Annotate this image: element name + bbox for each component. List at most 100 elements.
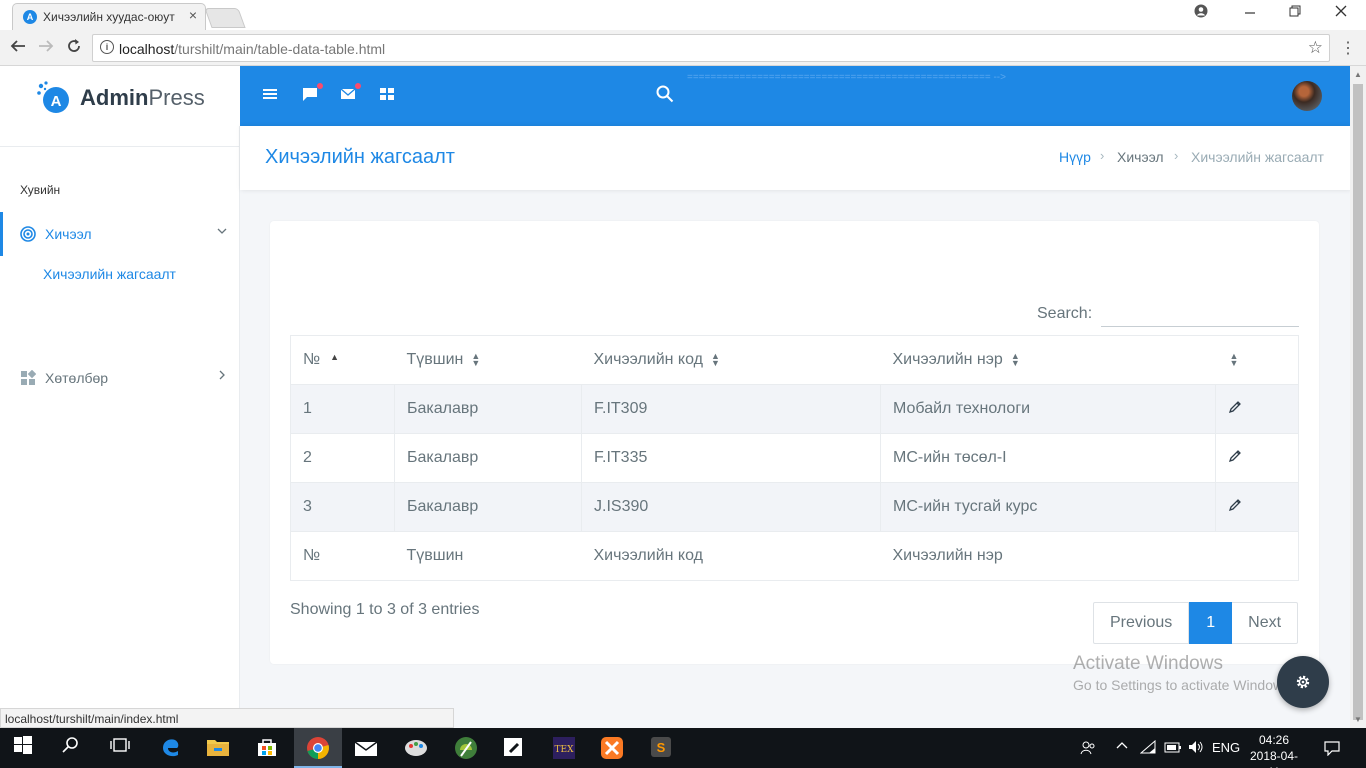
hamburger-menu-icon[interactable] xyxy=(262,86,280,104)
breadcrumb-home[interactable]: Нүүр xyxy=(1059,149,1091,165)
battery-icon[interactable] xyxy=(1164,740,1182,757)
file-explorer-icon[interactable] xyxy=(206,736,230,760)
edit-pencil-icon[interactable] xyxy=(1228,498,1242,516)
page-titles-bar: Хичээлийн жагсаалт Нүүр › Хичээл › Хичээ… xyxy=(240,126,1350,190)
tex-editor-icon[interactable]: TEX xyxy=(552,736,576,760)
sidebar-subitem-lesson-list[interactable]: Хичээлийн жагсаалт xyxy=(43,266,176,282)
browser-status-url: localhost/turshilt/main/index.html xyxy=(0,708,454,728)
bookmark-star-icon[interactable]: ☆ xyxy=(1308,38,1323,58)
edit-pencil-icon[interactable] xyxy=(1228,449,1242,467)
footer-empty xyxy=(1215,531,1299,581)
tray-expand-icon[interactable] xyxy=(1116,740,1128,755)
column-header-name[interactable]: Хичээлийн нэр ▲ ▼ xyxy=(880,335,1216,385)
clock[interactable]: 04:26 2018-04-11 xyxy=(1246,732,1302,768)
edit-cell xyxy=(1215,433,1299,483)
notifications-icon[interactable] xyxy=(1324,740,1340,759)
paint-app-icon[interactable] xyxy=(404,736,428,760)
scroll-thumb[interactable] xyxy=(1353,84,1363,720)
language-indicator[interactable]: ENG xyxy=(1212,740,1240,755)
clock-time: 04:26 xyxy=(1258,733,1290,747)
messages-icon[interactable] xyxy=(302,83,323,104)
page-title: Хичээлийн жагсаалт xyxy=(265,146,455,168)
sort-icon: ▲ ▼ xyxy=(1229,350,1239,368)
sticky-app-icon[interactable] xyxy=(502,736,526,760)
scroll-up-icon[interactable]: ▲ xyxy=(1354,70,1362,79)
tab-close-icon[interactable]: × xyxy=(189,7,197,23)
android-studio-icon[interactable] xyxy=(454,736,478,760)
activate-windows-subtitle: Go to Settings to activate Windows. xyxy=(1073,677,1294,693)
sidebar-item-programs[interactable]: Хөтөлбөр xyxy=(0,356,240,400)
task-view-icon[interactable] xyxy=(110,736,134,760)
edge-browser-icon[interactable] xyxy=(160,736,184,760)
topbar-comment-text: ========================================… xyxy=(687,72,1006,83)
reload-icon[interactable] xyxy=(66,38,82,59)
footer-no: № xyxy=(290,531,395,581)
breadcrumb-lessons[interactable]: Хичээл xyxy=(1117,149,1164,165)
browser-menu-icon[interactable]: ⋮ xyxy=(1340,38,1356,58)
settings-fab-button[interactable] xyxy=(1277,656,1329,708)
sidebar-item-label: Хөтөлбөр xyxy=(45,370,109,386)
column-header-level[interactable]: Түвшин ▲ ▼ xyxy=(394,335,582,385)
widgets-icon xyxy=(21,370,36,385)
apps-grid-icon[interactable] xyxy=(379,86,397,104)
scroll-down-icon[interactable]: ▼ xyxy=(1354,715,1362,724)
column-header-code[interactable]: Хичээлийн код ▲ ▼ xyxy=(581,335,881,385)
address-bar[interactable]: i localhost/turshilt/main/table-data-tab… xyxy=(92,34,1330,62)
previous-page-button[interactable]: Previous xyxy=(1093,602,1190,644)
cell-level: Бакалавр xyxy=(394,384,582,434)
restore-icon[interactable] xyxy=(1280,4,1310,20)
table-card: Search: № ▲ Түвшин ▲ ▼ Хичээлийн код ▲ ▼ Хичэ… xyxy=(270,221,1319,664)
sort-icon: ▲ ▼ xyxy=(471,350,481,368)
site-favicon-icon: A xyxy=(23,10,37,24)
xampp-icon[interactable] xyxy=(600,736,624,760)
new-tab-button[interactable] xyxy=(204,8,246,28)
minimize-icon[interactable] xyxy=(1235,4,1265,20)
footer-level: Түвшин xyxy=(394,531,582,581)
mail-app-icon[interactable] xyxy=(354,736,378,760)
sidebar-item-lessons[interactable]: Хичээл xyxy=(0,212,240,256)
profile-icon[interactable] xyxy=(1186,4,1216,21)
footer-name: Хичээлийн нэр xyxy=(880,531,1216,581)
browser-toolbar: i localhost/turshilt/main/table-data-tab… xyxy=(0,30,1366,66)
volume-icon[interactable] xyxy=(1188,740,1204,757)
table-header-row: № ▲ Түвшин ▲ ▼ Хичээлийн код ▲ ▼ Хичээлийн нэ… xyxy=(290,335,1299,385)
activate-windows-title: Activate Windows xyxy=(1073,653,1223,674)
sort-icon: ▲ ▼ xyxy=(1010,350,1020,368)
browser-tab-active[interactable]: A Хичээлийн хуудас-оюут × xyxy=(12,3,206,30)
sidebar-item-label: Хичээл xyxy=(45,226,92,242)
breadcrumb-separator: › xyxy=(1174,148,1179,163)
search-icon[interactable] xyxy=(656,85,674,103)
next-page-button[interactable]: Next xyxy=(1232,602,1299,644)
windows-start-icon[interactable] xyxy=(14,736,38,760)
sidebar-caption: Хувийн xyxy=(20,183,61,197)
back-arrow-icon[interactable] xyxy=(10,38,26,59)
column-header-actions[interactable]: ▲ ▼ xyxy=(1215,335,1299,385)
site-info-icon[interactable]: i xyxy=(100,40,114,54)
table-info: Showing 1 to 3 of 3 entries xyxy=(290,601,480,618)
mail-icon[interactable] xyxy=(340,83,361,104)
wifi-icon[interactable] xyxy=(1139,739,1156,757)
cell-level: Бакалавр xyxy=(394,433,582,483)
footer-code: Хичээлийн код xyxy=(581,531,881,581)
sort-asc-icon: ▲ xyxy=(330,352,340,362)
cell-no: 2 xyxy=(290,433,395,483)
sidebar: Хувийн Хичээл Хичээлийн жагсаалт Хөтөлбө… xyxy=(0,126,454,728)
chrome-icon[interactable] xyxy=(306,736,330,760)
sublime-text-icon[interactable]: S xyxy=(650,736,674,760)
avatar[interactable] xyxy=(1292,81,1322,111)
logo[interactable]: A AdminPress xyxy=(0,66,240,126)
logo-text: AdminPress xyxy=(80,85,205,110)
store-icon[interactable] xyxy=(256,736,280,760)
svg-text:S: S xyxy=(657,740,666,755)
page-1-button[interactable]: 1 xyxy=(1189,602,1233,644)
search-taskbar-icon[interactable] xyxy=(62,736,86,760)
edit-pencil-icon[interactable] xyxy=(1228,400,1242,418)
column-header-no[interactable]: № ▲ xyxy=(290,335,395,385)
forward-arrow-icon[interactable] xyxy=(38,38,54,59)
cell-level: Бакалавр xyxy=(394,482,582,532)
search-input[interactable] xyxy=(1101,301,1299,327)
people-icon[interactable] xyxy=(1080,740,1096,759)
page-scrollbar[interactable]: ▲ ▼ xyxy=(1350,66,1366,728)
close-window-icon[interactable] xyxy=(1326,4,1356,20)
cell-no: 3 xyxy=(290,482,395,532)
